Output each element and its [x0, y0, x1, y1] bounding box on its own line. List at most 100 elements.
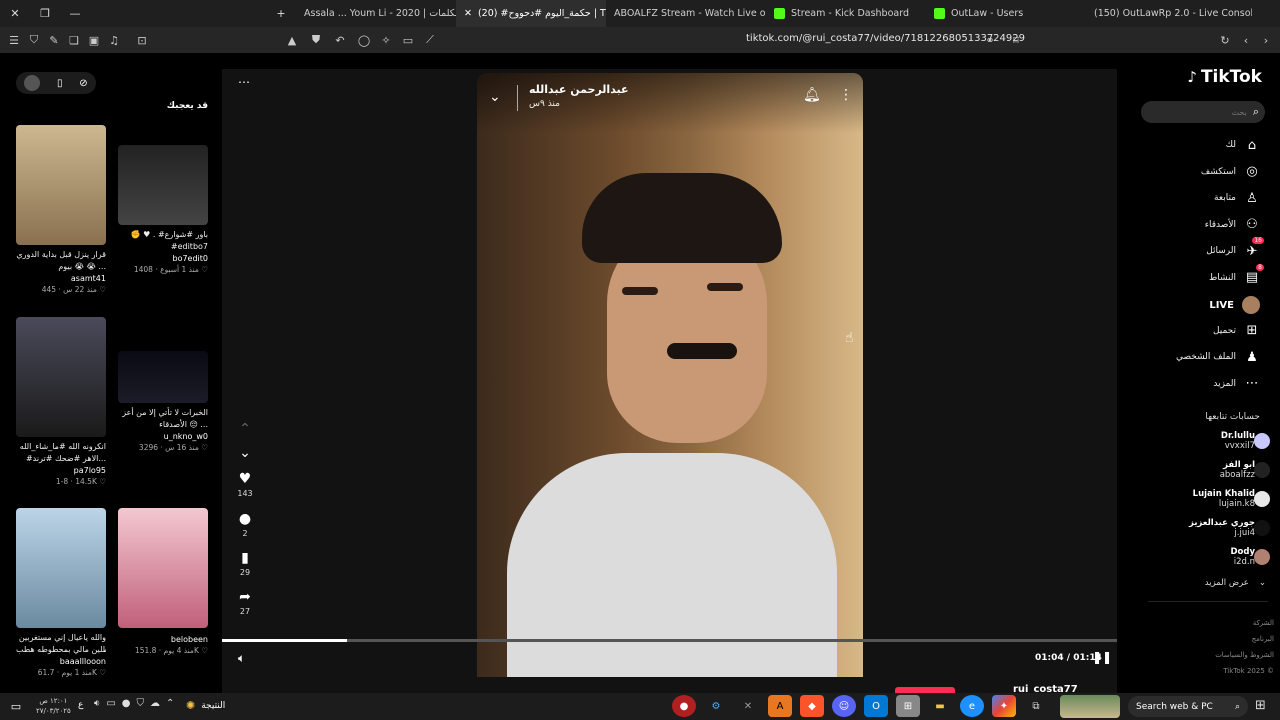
bookmark-icon[interactable]: ⌑: [1006, 30, 1026, 50]
restore-window-icon[interactable]: ❐: [30, 0, 60, 27]
video-thumbnail[interactable]: [16, 508, 106, 628]
followed-account[interactable]: Dr.lullu vvxxil7: [1221, 431, 1255, 451]
share-button[interactable]: ➦ 27: [232, 589, 258, 616]
music-icon[interactable]: ♫: [104, 30, 124, 50]
avatar[interactable]: [1254, 462, 1270, 478]
sidebar-item-messages[interactable]: الرسائل ✈ 16: [1206, 237, 1264, 259]
compass-icon[interactable]: ⊘: [79, 78, 87, 89]
sidebar-item-more[interactable]: المزيد ⋯: [1213, 376, 1260, 392]
suggested-video-card[interactable]: الخبرات لا تأتي إلا من أعز الأصدقاء 😔 ..…: [118, 317, 208, 452]
video-thumbnail[interactable]: [118, 145, 208, 225]
picture-in-picture-icon[interactable]: ▭: [398, 30, 418, 50]
brave-shield-icon[interactable]: ⛊: [306, 30, 326, 50]
comment-button[interactable]: ● 2: [232, 511, 258, 538]
forward-icon[interactable]: ›: [1256, 30, 1276, 50]
card-user[interactable]: belobeen: [118, 635, 208, 644]
avatar[interactable]: [1254, 549, 1270, 565]
card-user[interactable]: pa7lo95: [16, 466, 106, 475]
sidebar-item-live[interactable]: LIVE: [1209, 296, 1260, 314]
task-view-icon[interactable]: ⧉: [1024, 695, 1048, 717]
copilot-icon[interactable]: ✦: [992, 695, 1016, 717]
taskbar-search[interactable]: Search web & PC ⌕: [1128, 696, 1248, 717]
tab-1[interactable]: ✕ (20) #حكمة_اليوم #دحووح | TikTok: [456, 0, 606, 27]
windows-start-icon[interactable]: ⊞: [1255, 698, 1266, 713]
card-user[interactable]: bo7edit0: [118, 254, 208, 263]
sidebar-item-following[interactable]: متابعة ♙: [1214, 190, 1260, 206]
sidebar-item-home[interactable]: لك ⌂: [1226, 137, 1260, 153]
search-box[interactable]: ⌕: [1141, 101, 1265, 123]
video-thumbnail[interactable]: [16, 125, 106, 245]
phone-icon[interactable]: ▯: [57, 78, 63, 89]
cloud-icon[interactable]: ☁: [150, 698, 160, 709]
pen-icon[interactable]: ✎: [44, 30, 64, 50]
sidebar-item-profile[interactable]: الملف الشخصي ♟: [1176, 349, 1260, 365]
brave-icon[interactable]: ◆: [800, 695, 824, 717]
steam-icon[interactable]: ⚙: [704, 695, 728, 717]
new-tab-icon[interactable]: +: [266, 0, 296, 27]
tab-4[interactable]: OutLaw - Users: [926, 0, 1086, 27]
search-input[interactable]: [1166, 107, 1247, 117]
clock[interactable]: ١٢:٠١ ص ٢٧/٠٣/٢٠٢٥: [36, 696, 71, 716]
tabs-icon[interactable]: ❏: [64, 30, 84, 50]
volume-icon[interactable]: 🔈︎: [238, 651, 245, 666]
bell-icon[interactable]: 🔔︎: [803, 87, 821, 103]
suggested-video-card[interactable]: ✊ ♥ . #باور #شوارع #editbo7 bo7edit0 منذ…: [118, 125, 208, 274]
minimize-window-icon[interactable]: —: [60, 0, 90, 27]
avatar[interactable]: [1254, 491, 1270, 507]
back-icon[interactable]: ‹: [1236, 30, 1256, 50]
footer-program[interactable]: البرنامج: [1215, 631, 1274, 647]
followed-account[interactable]: Lujain Khalid lujain.k8: [1193, 489, 1255, 509]
suggested-video-card[interactable]: والله ياعيال إني مستغربين وعاطلين مالي ب…: [16, 508, 106, 677]
like-button[interactable]: ♥ 143: [232, 471, 258, 498]
ai-app-icon[interactable]: A: [768, 695, 792, 717]
video-author[interactable]: عبدالرحمن عبدالله: [529, 83, 629, 96]
followed-account[interactable]: Dody i2d.n: [1230, 547, 1255, 567]
collapse-chevron-icon[interactable]: ⌄: [489, 89, 501, 105]
store-icon[interactable]: ⊞: [896, 695, 920, 717]
network-icon[interactable]: ▭: [106, 698, 115, 709]
video-thumbnail[interactable]: [16, 317, 106, 437]
app-record-icon[interactable]: ●: [672, 695, 696, 717]
sidebar-item-explore[interactable]: استكشف ◎: [1201, 164, 1260, 180]
back-arrow-icon[interactable]: ↶: [330, 30, 350, 50]
file-explorer-icon[interactable]: ▬: [928, 695, 952, 717]
tiktok-logo[interactable]: ♪ TikTok: [1187, 67, 1262, 87]
tab-3[interactable]: Stream - Kick Dashboard: [766, 0, 926, 27]
security-tray-icon[interactable]: ⛉: [137, 698, 145, 709]
avatar[interactable]: [24, 75, 41, 91]
translate-icon[interactable]: ✧: [376, 30, 396, 50]
close-window-icon[interactable]: ✕: [0, 0, 30, 27]
pause-icon[interactable]: ❚❚: [1092, 650, 1112, 664]
link-icon[interactable]: ⚭: [980, 30, 1000, 50]
see-more-button[interactable]: عرض المزيد ⌄: [1205, 578, 1266, 588]
discord-icon[interactable]: ☺: [832, 695, 856, 717]
shield-icon[interactable]: ⛉: [24, 30, 44, 50]
progress-track[interactable]: [222, 639, 1117, 642]
video-thumbnail[interactable]: [118, 351, 208, 403]
bottom-author[interactable]: rui_costa77: [1013, 684, 1078, 693]
extension-icon[interactable]: ▲: [282, 30, 302, 50]
tab-2[interactable]: ABOALFZ Stream - Watch Live on Kick: [606, 0, 766, 27]
suggested-video-card[interactable]: belobeen منذ 4 يوم · 151.8K ♡: [118, 508, 208, 655]
screenshot-icon[interactable]: ⊡: [132, 30, 152, 50]
language-indicator[interactable]: ع: [78, 700, 83, 710]
sidebar-icon[interactable]: ▣: [84, 30, 104, 50]
mic-icon[interactable]: ●: [122, 698, 131, 709]
card-user[interactable]: asamt41: [16, 274, 106, 283]
suggested-video-card[interactable]: قرار ينزل قبل بداية الدوري بيوم 😭 😭 ... …: [16, 125, 106, 294]
chat-icon[interactable]: ◯: [354, 30, 374, 50]
more-options-icon[interactable]: ⋯: [238, 75, 250, 89]
followed-account[interactable]: ابو الفز aboalfzz: [1220, 460, 1255, 480]
sidebar-item-upload[interactable]: تحميل ⊞: [1213, 323, 1260, 339]
avatar[interactable]: [1254, 433, 1270, 449]
tray-expand-icon[interactable]: ⌃: [166, 698, 174, 709]
followed-account[interactable]: جوري عبدالعزيز j.jui4: [1189, 518, 1255, 538]
video-player[interactable]: ⌄ عبدالرحمن عبدالله منذ ٩س 🔔︎ ⋮: [477, 73, 863, 677]
wand-icon[interactable]: ⟋: [420, 30, 440, 50]
video-thumbnail[interactable]: [118, 508, 208, 628]
sidebar-item-activity[interactable]: النشاط ▤ 8: [1209, 263, 1264, 286]
save-button[interactable]: ▮ 29: [232, 550, 258, 577]
outlook-icon[interactable]: O: [864, 695, 888, 717]
tab-close-icon[interactable]: ✕: [464, 8, 472, 19]
xbox-icon[interactable]: ✕: [736, 695, 760, 717]
